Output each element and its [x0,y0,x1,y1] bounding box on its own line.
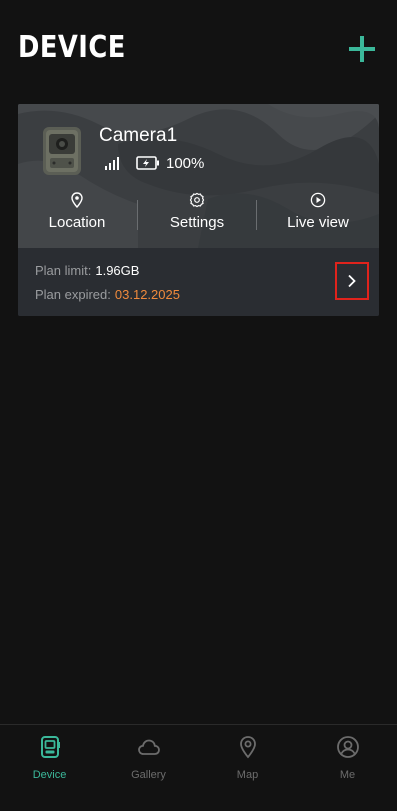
action-divider [256,200,257,230]
plan-limit-row: Plan limit: 1.96GB [35,263,139,278]
device-icon [40,736,60,758]
tab-device[interactable]: Device [0,735,99,781]
action-divider [137,200,138,230]
battery-charging-icon [136,156,159,170]
tab-me[interactable]: Me [298,735,397,781]
signal-icon [105,157,119,170]
tab-me-label: Me [339,769,356,781]
location-button[interactable]: Location [42,192,112,240]
settings-button[interactable]: Settings [160,192,234,240]
device-card[interactable]: Camera1 100% Location Settings Live view… [18,104,379,316]
tab-device-label: Device [32,769,67,781]
page-title: DEVICE [18,30,126,65]
location-pin-icon [71,192,83,208]
bottom-tab-bar: Device Gallery Map Me [0,724,397,811]
plan-info: Plan limit: 1.96GB Plan expired: 03.12.202… [18,248,379,316]
gear-icon [189,192,205,208]
battery-level: 100% [166,155,205,172]
settings-label: Settings [169,214,225,231]
plan-limit-value: 1.96GB [95,263,140,278]
tab-gallery-label: Gallery [131,769,166,781]
plan-expired-value: 03.12.2025 [114,287,180,302]
location-pin-icon [239,736,256,759]
play-circle-icon [310,192,326,208]
device-card-top: Camera1 100% Location Settings Live view [18,104,379,248]
plan-expired-label: Plan expired: [35,287,111,302]
add-device-button[interactable] [346,33,378,65]
tab-gallery[interactable]: Gallery [99,735,198,781]
live-view-button[interactable]: Live view [280,192,356,240]
cloud-icon [137,739,160,755]
location-label: Location [48,214,106,231]
live-view-label: Live view [287,214,349,231]
header: DEVICE [0,0,397,100]
camera-name: Camera1 [99,125,178,146]
chevron-right-icon [348,274,356,288]
tab-map[interactable]: Map [198,735,297,781]
plan-limit-label: Plan limit: [35,263,92,278]
plan-details-button[interactable] [335,262,369,300]
tab-map-label: Map [236,769,259,781]
device-actions: Location Settings Live view [18,192,379,240]
camera-thumbnail [43,127,81,175]
plan-expired-row: Plan expired: 03.12.2025 [35,287,180,302]
user-circle-icon [336,736,359,758]
